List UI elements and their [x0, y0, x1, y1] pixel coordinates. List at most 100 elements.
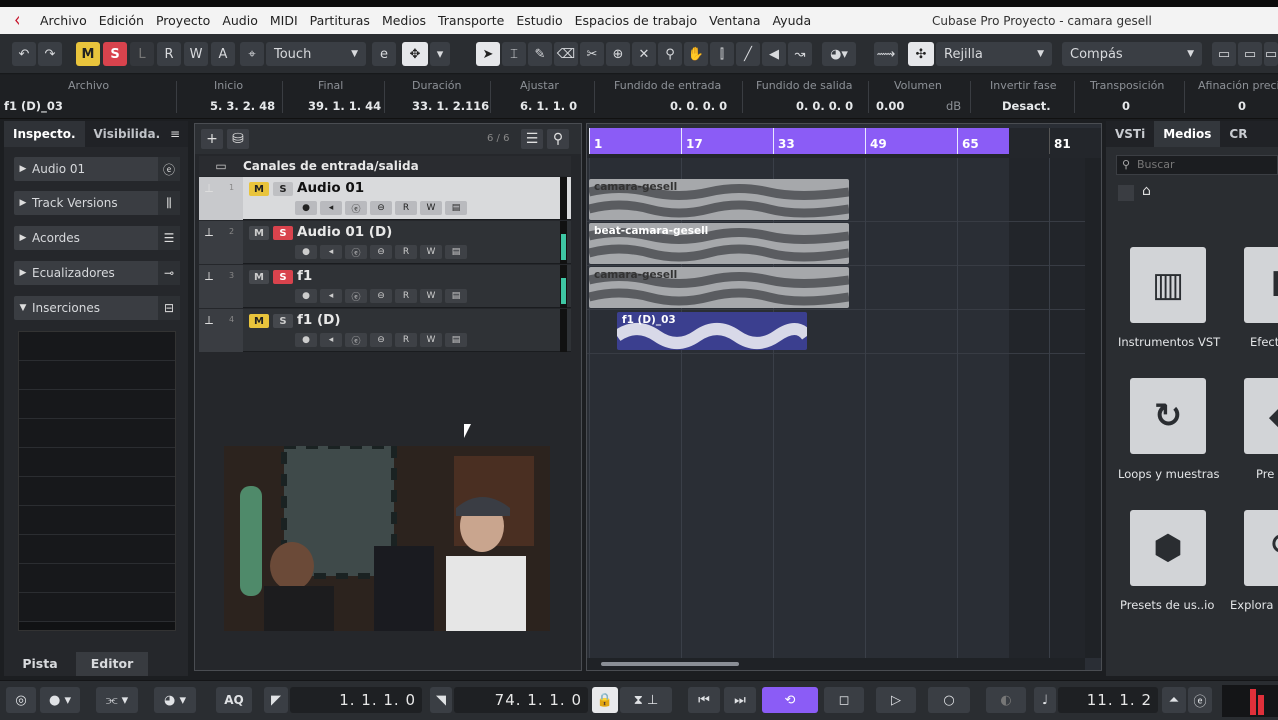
menu-audio[interactable]: Audio	[216, 13, 264, 28]
info-fundido-salida[interactable]: Fundido de salida 0. 0. 0. 0	[748, 79, 866, 115]
menu-archivo[interactable]: Archivo	[34, 13, 93, 28]
position-display[interactable]: 11. 1. 2	[1058, 687, 1158, 713]
menu-medios[interactable]: Medios	[376, 13, 432, 28]
monitor-icon[interactable]: ◂	[320, 201, 342, 215]
lock-icon[interactable]: 🔒	[592, 687, 618, 713]
monitor-icon[interactable]: ◂	[320, 333, 342, 347]
read-icon[interactable]: R	[395, 289, 417, 303]
right-locator-value[interactable]: 74. 1. 1. 0	[454, 687, 588, 713]
effects-icon[interactable]: F	[1244, 247, 1278, 323]
tile-label[interactable]: Efect	[1250, 335, 1278, 349]
track-row[interactable]: ⟂ 2 M S Audio 01 (D) ● ◂ ⓔ ⊖ R W ▤	[199, 221, 571, 264]
write-icon[interactable]: W	[420, 201, 442, 215]
track-row[interactable]: ⟂ 3 M S f1 ● ◂ ⓔ ⊖ R W ▤	[199, 265, 571, 308]
audio-event-selected[interactable]: f1 (D)_03	[617, 312, 807, 350]
tile-label[interactable]: Explora	[1230, 598, 1273, 612]
add-track-template-icon[interactable]: ⛁	[227, 129, 249, 149]
record-icon[interactable]: ●	[295, 289, 317, 303]
edit-icon[interactable]: ⓔ	[345, 289, 367, 303]
monitor-icon[interactable]: ◂	[320, 289, 342, 303]
track-name[interactable]: f1	[297, 268, 312, 284]
info-volumen[interactable]: Volumen 0.00 dB	[876, 79, 968, 115]
link-icon[interactable]: ⊖	[370, 245, 392, 259]
monitor-off-icon[interactable]: ◐	[986, 687, 1026, 713]
back-button[interactable]	[1118, 185, 1134, 201]
grid-type-select[interactable]: Compás ▼	[1062, 42, 1202, 66]
punch-mode-icon[interactable]: ⫘ ▾	[96, 687, 138, 713]
scroll-thumb[interactable]	[601, 662, 739, 666]
record-icon[interactable]: ●	[295, 333, 317, 347]
audio-event[interactable]: camara-gesell	[589, 267, 849, 308]
mute-button[interactable]: M	[249, 314, 269, 328]
presets-icon[interactable]: ◆	[1244, 378, 1278, 454]
left-locator-value[interactable]: 1. 1. 1. 0	[290, 687, 422, 713]
audio-event[interactable]: camara-gesell	[589, 179, 849, 220]
redo-icon[interactable]: ↷	[38, 42, 62, 66]
constrain-delay-icon[interactable]: e	[372, 42, 396, 66]
layout-bottom-icon[interactable]: ▭	[1238, 42, 1262, 66]
play-icon[interactable]: ▷	[876, 687, 916, 713]
pointer-tool-icon[interactable]: ➤	[476, 42, 500, 66]
autoscroll-icon[interactable]: ✥	[402, 42, 428, 66]
marker-icon[interactable]: ⧗ ⊥	[620, 687, 672, 713]
mute-tool-icon[interactable]: ✕	[632, 42, 656, 66]
vertical-scrollbar[interactable]	[1085, 158, 1101, 658]
glue-tool-icon[interactable]: ⊕	[606, 42, 630, 66]
range-tool-icon[interactable]: ⌶	[502, 42, 526, 66]
menu-ventana[interactable]: Ventana	[703, 13, 766, 28]
performance-icon[interactable]: ◎	[6, 687, 36, 713]
ruler[interactable]: 1 17 33 49 65 81	[587, 128, 1101, 158]
menu-edicion[interactable]: Edición	[93, 13, 150, 28]
split-tool-icon[interactable]: ✂	[580, 42, 604, 66]
read-button[interactable]: R	[157, 42, 181, 66]
write-icon[interactable]: W	[420, 333, 442, 347]
record-mode-icon[interactable]: ● ▾	[40, 687, 80, 713]
warp-tool-icon[interactable]: ↝	[788, 42, 812, 66]
left-locator-icon[interactable]: ◤	[264, 687, 288, 713]
mute-button[interactable]: M	[249, 182, 269, 196]
zoom-tool-icon[interactable]: ⚲	[658, 42, 682, 66]
browse-icon[interactable]: ⚲	[1244, 510, 1278, 586]
lanes-icon[interactable]: ▤	[445, 289, 467, 303]
lanes-icon[interactable]: ▤	[445, 245, 467, 259]
insert-slot[interactable]	[19, 506, 175, 535]
loop-icon[interactable]: ↻	[1130, 378, 1206, 454]
line-tool-icon[interactable]: ╱	[736, 42, 760, 66]
track-name[interactable]: Audio 01	[297, 180, 364, 196]
edit-channel-icon[interactable]: ⓔ	[158, 157, 180, 181]
write-button[interactable]: W	[184, 42, 208, 66]
project-arrange-area[interactable]: 1 17 33 49 65 81 camara-gesell beat-cama…	[586, 123, 1102, 671]
menu-estudio[interactable]: Estudio	[510, 13, 568, 28]
mute-button[interactable]: M	[249, 270, 269, 284]
info-transposicion[interactable]: Transposición 0	[1080, 79, 1180, 115]
loop-range[interactable]	[589, 128, 1009, 154]
insert-slot[interactable]	[19, 477, 175, 506]
section-inserciones[interactable]: ▼ Inserciones ⊟	[14, 296, 180, 320]
menu-partituras[interactable]: Partituras	[304, 13, 376, 28]
lanes-icon[interactable]: ▤	[445, 201, 467, 215]
track-row[interactable]: ⟂ 4 M S f1 (D) ● ◂ ⓔ ⊖ R W ▤	[199, 309, 571, 352]
menu-midi[interactable]: MIDI	[264, 13, 304, 28]
auto-quantize-button[interactable]: AQ	[216, 687, 252, 713]
right-locator-icon[interactable]: ◥	[430, 687, 452, 713]
edit-icon[interactable]: ⓔ	[345, 333, 367, 347]
track-name[interactable]: Audio 01 (D)	[297, 224, 392, 240]
menu-espacios[interactable]: Espacios de trabajo	[569, 13, 704, 28]
add-track-icon[interactable]: +	[201, 129, 223, 149]
tab-medios[interactable]: Medios	[1154, 121, 1221, 147]
automation-mode-select[interactable]: Touch ▼	[266, 42, 366, 66]
track-row[interactable]: ⟂ 1 M S Audio 01 ● ◂ ⓔ ⊖ R W ▤	[199, 177, 571, 220]
automation-icon[interactable]: ⌖	[240, 42, 264, 66]
edit-icon[interactable]: ⓔ	[345, 245, 367, 259]
user-presets-icon[interactable]: ⬢	[1130, 510, 1206, 586]
insert-slot[interactable]	[19, 361, 175, 390]
tab-inspector[interactable]: Inspecto.	[4, 121, 85, 147]
menu-transporte[interactable]: Transporte	[432, 13, 510, 28]
solo-all-button[interactable]: S	[103, 42, 127, 66]
menu-ayuda[interactable]: Ayuda	[766, 13, 817, 28]
info-fundido-entrada[interactable]: Fundido de entrada 0. 0. 0. 0	[600, 79, 738, 115]
tempo-icon[interactable]: ⏶	[1162, 687, 1186, 713]
insert-slot[interactable]	[19, 535, 175, 564]
go-to-start-icon[interactable]: ⏮	[688, 687, 720, 713]
info-invertir-fase[interactable]: Invertir fase Desact.	[976, 79, 1072, 115]
